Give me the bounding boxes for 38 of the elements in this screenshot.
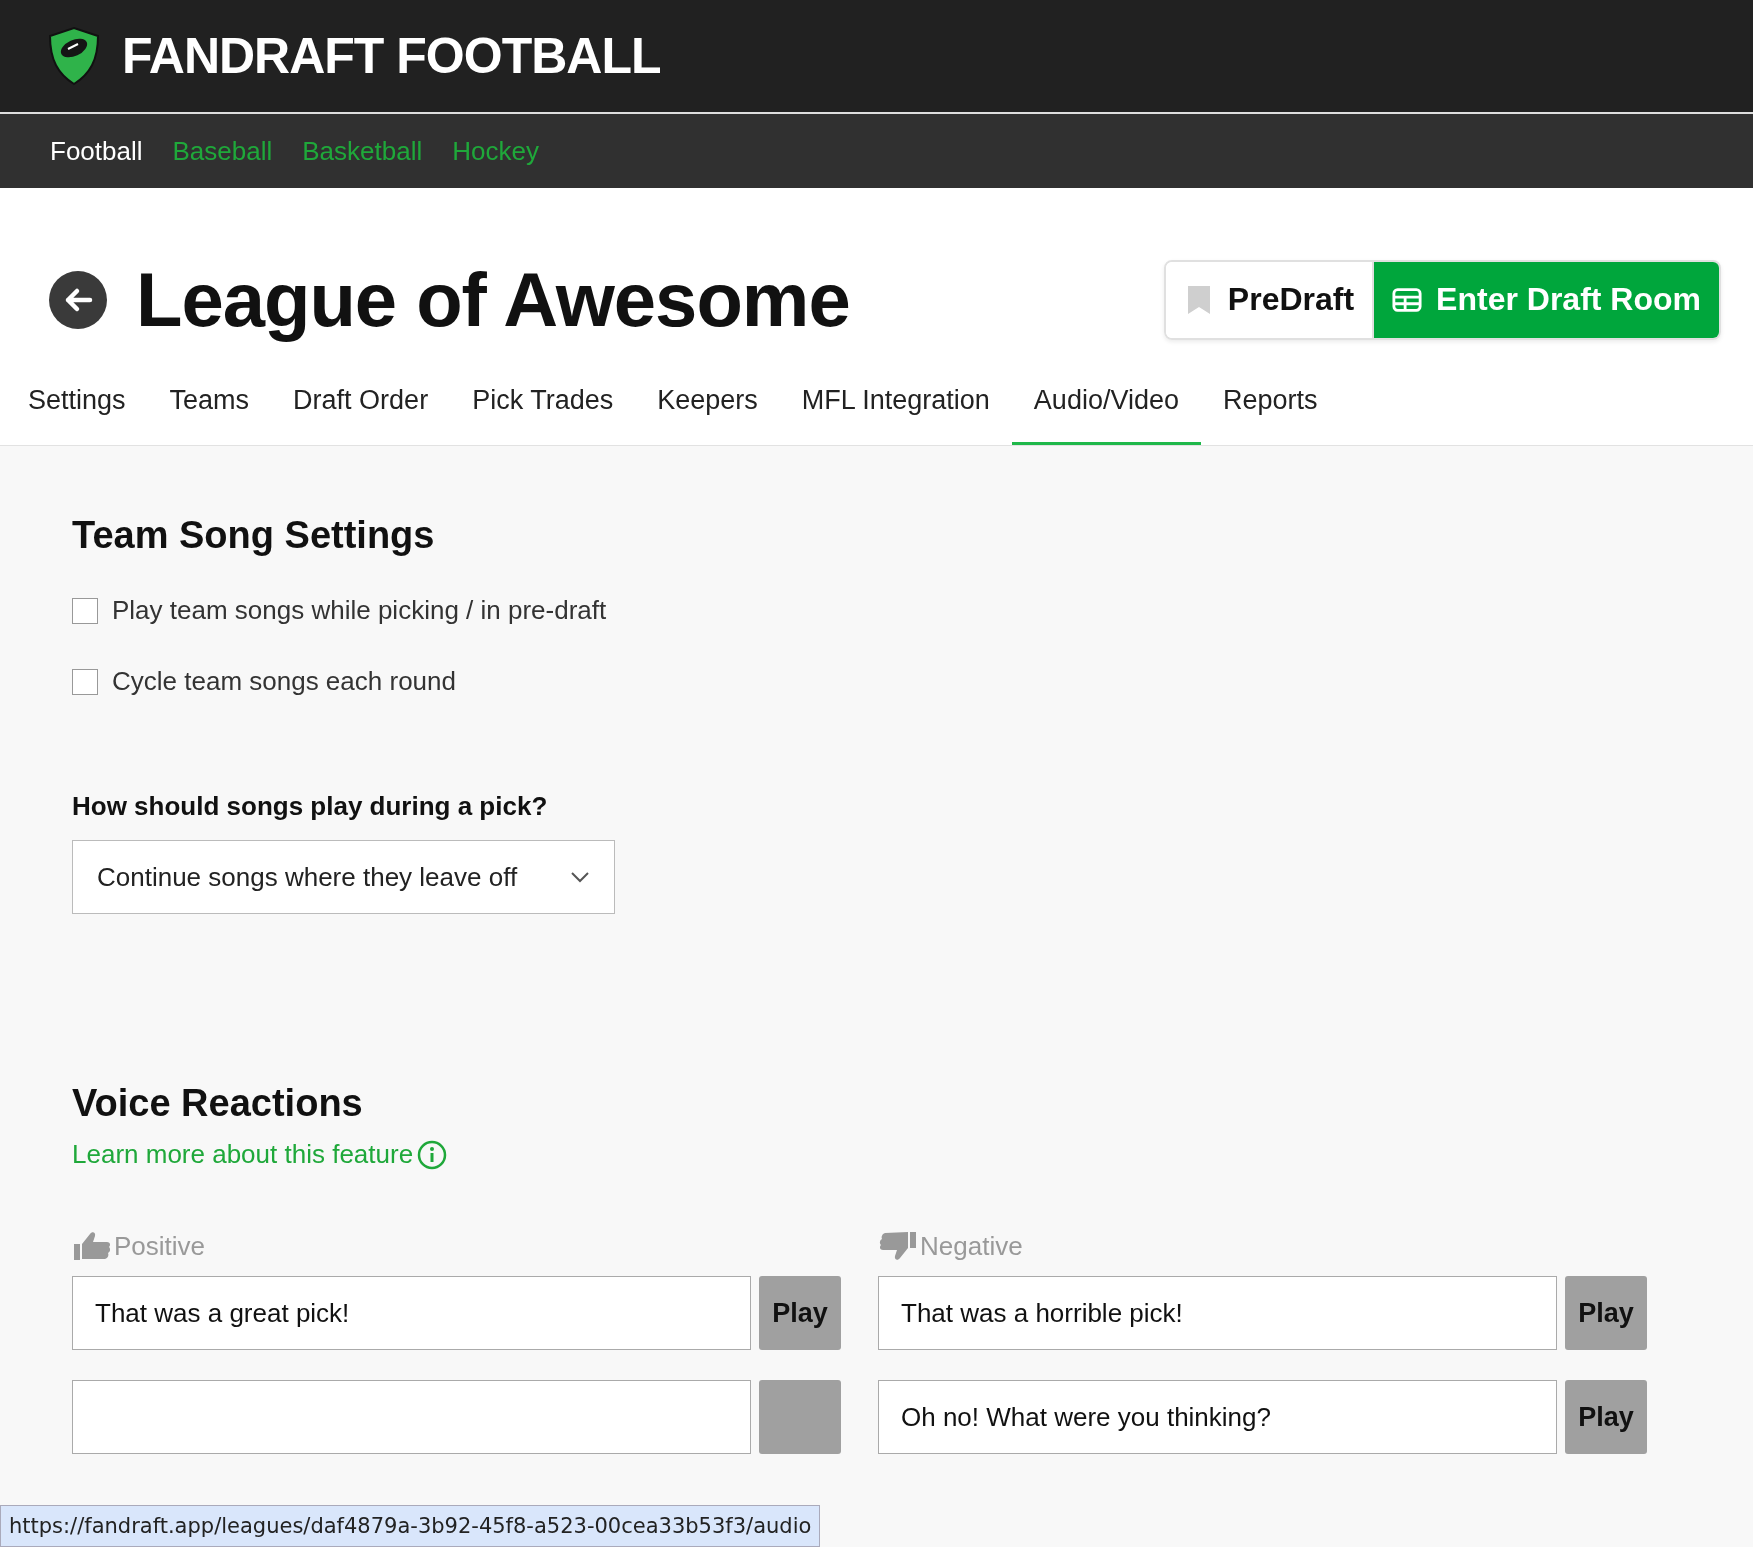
checkbox[interactable] [72,668,98,695]
shield-football-icon [48,26,100,86]
section-heading: Voice Reactions [72,1082,364,1125]
reaction-text-field[interactable]: That was a horrible pick! [878,1276,1557,1350]
predraft-button[interactable]: PreDraft [1165,261,1375,338]
tab[interactable]: Keepers [635,373,780,445]
chevron-down-icon [570,871,590,883]
reaction-text-field[interactable]: Oh no! What were you thinking? [878,1380,1557,1454]
tab[interactable]: Pick Trades [450,373,636,445]
checkbox-label: Cycle team songs each round [112,666,456,697]
sport-link[interactable]: Baseball [172,135,273,167]
info-icon[interactable] [417,1139,448,1170]
checkbox[interactable] [72,597,98,624]
league-title: League of Awesome [136,256,850,343]
tab[interactable]: Teams [147,373,272,445]
column-label: Negative [920,1230,1023,1262]
tab[interactable]: Audio/Video [1011,373,1201,445]
song-mode-dropdown[interactable]: Continue songs where they leave off [72,840,615,914]
sport-link[interactable]: Basketball [302,135,423,167]
question-label: How should songs play during a pick? [72,791,549,822]
thumbs-up-icon [72,1230,112,1262]
thumbs-down-icon [878,1230,918,1262]
column-label: Positive [114,1230,206,1262]
tab[interactable]: MFL Integration [779,373,1012,445]
link-url-tooltip: https://fandraft.app/leagues/daf4879a-3b92-45f8-a523-00cea33b53f3/audio [0,1505,821,1547]
sport-link[interactable]: Football [50,135,143,167]
tab[interactable]: Settings [6,373,148,445]
play-button[interactable]: Play [1565,1276,1647,1350]
sport-link[interactable]: Hockey [452,135,539,167]
reaction-text-field[interactable] [72,1380,751,1454]
play-button[interactable]: Play [759,1276,841,1350]
checkbox-label: Play team songs while picking / in pre-draft [112,595,607,626]
reaction-text-field[interactable]: That was a great pick! [72,1276,751,1350]
tab[interactable]: Reports [1201,373,1340,445]
section-heading: Team Song Settings [72,514,436,557]
brand-title: FANDRAFT FOOTBALL [122,27,661,85]
tab[interactable]: Draft Order [271,373,451,445]
play-button[interactable]: Play [1565,1380,1647,1454]
